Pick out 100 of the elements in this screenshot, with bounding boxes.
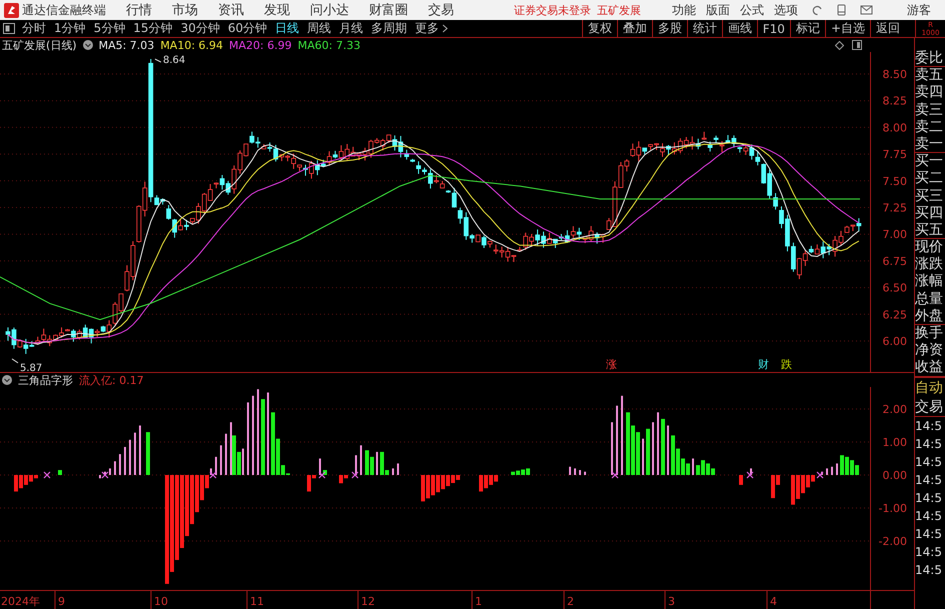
- toolbar-button[interactable]: 复权: [582, 20, 617, 37]
- date-axis-label: 11: [250, 595, 264, 608]
- period-tab[interactable]: 60分钟: [224, 20, 272, 37]
- price-axis-label: 6.25: [882, 308, 907, 322]
- quote-label: 涨幅: [915, 273, 944, 291]
- period-tab[interactable]: 多周期: [367, 20, 412, 37]
- indicator-axis-label: -2.00: [878, 535, 907, 548]
- menu-item[interactable]: 发现: [264, 1, 290, 19]
- date-axis-label: 4: [770, 595, 777, 608]
- menu-item[interactable]: 资讯: [218, 1, 244, 19]
- mode-label[interactable]: 自动: [915, 376, 945, 397]
- price-axis-label: 6.75: [882, 254, 907, 268]
- period-tab[interactable]: 15分钟: [129, 20, 177, 37]
- quote-label: 买三: [915, 188, 944, 205]
- period-tab[interactable]: 5分钟: [90, 20, 130, 37]
- trade-time: 14:5: [915, 418, 943, 435]
- toolbar-button[interactable]: 标记: [790, 20, 825, 37]
- trade-time: 14:5: [915, 508, 943, 525]
- period-tab[interactable]: 月线: [335, 20, 368, 37]
- menu-item[interactable]: 版面: [706, 2, 730, 18]
- quote-label: 卖一: [915, 136, 945, 154]
- price-axis-label: 6.50: [882, 282, 907, 295]
- price-axis-label: 7.00: [882, 228, 907, 242]
- menu-item[interactable]: 行情: [126, 1, 152, 19]
- quote-label: 卖三: [915, 102, 944, 119]
- ma-value: MA5: 7.03: [98, 38, 154, 52]
- event-marker: 财: [758, 358, 769, 371]
- event-marker: 涨: [606, 358, 617, 371]
- toolbar-button[interactable]: +自选: [824, 20, 870, 37]
- indicator-title: 三角品字形: [18, 372, 73, 388]
- ma-value: MA60: 7.33: [298, 38, 360, 52]
- indicator-axis-label: 2.00: [882, 403, 907, 416]
- quote-label: 现价: [915, 239, 944, 256]
- date-axis-label: 2: [567, 595, 574, 608]
- ma-value: MA10: 6.94: [160, 38, 224, 52]
- date-axis-label: 3: [668, 595, 675, 608]
- price-axis-label: 7.75: [882, 148, 907, 162]
- date-axis-label: 2024年: [1, 595, 40, 608]
- trade-time: 14:5: [915, 436, 943, 453]
- price-axis-label: 6.00: [882, 335, 907, 348]
- menu-item[interactable]: 选项: [774, 2, 798, 18]
- price-axis-label: 8.25: [882, 94, 907, 108]
- login-notice: 证券交易未登录: [514, 2, 591, 18]
- trade-time: 14:5: [915, 472, 943, 489]
- menu-item[interactable]: 市场: [172, 1, 198, 19]
- menu-item[interactable]: 问小达: [310, 1, 349, 19]
- user-label[interactable]: 游客: [907, 2, 931, 18]
- quote-label: 买二: [915, 170, 944, 188]
- indicator-axis-label: 1.00: [882, 436, 907, 449]
- price-axis-label: 7.50: [882, 174, 907, 188]
- price-axis-label: 8.50: [882, 68, 907, 81]
- period-tab[interactable]: 30分钟: [176, 20, 224, 37]
- menu-item[interactable]: 财富圈: [369, 1, 408, 19]
- price-extreme-label: 5.87: [20, 362, 42, 372]
- toolbar-button[interactable]: 统计: [686, 20, 722, 37]
- period-tab[interactable]: 1分钟: [50, 20, 90, 37]
- quote-label: 卖二: [915, 118, 944, 136]
- chart-title: 五矿发展(日线): [2, 38, 77, 52]
- date-axis-label: 12: [361, 595, 375, 608]
- trade-time: 14:5: [915, 454, 943, 471]
- quote-label: 收益: [915, 359, 945, 377]
- ma-value: MA20: 6.99: [229, 38, 292, 52]
- price-extreme-label: 8.64: [163, 55, 186, 66]
- quote-label: 换手: [915, 325, 944, 342]
- period-tab[interactable]: 周线: [303, 20, 336, 37]
- quote-label: 净资: [915, 342, 944, 360]
- quote-label: 卖四: [915, 84, 944, 102]
- quote-label: 总量: [915, 290, 944, 308]
- event-marker: 跌: [781, 358, 792, 371]
- toolbar-button[interactable]: F10: [756, 20, 790, 37]
- trade-time: 14:5: [915, 490, 943, 507]
- indicator-axis-label: 0.00: [882, 469, 907, 482]
- toolbar-button[interactable]: 多股: [652, 20, 687, 37]
- more-button[interactable]: 更多: [411, 20, 454, 37]
- menu-item[interactable]: 公式: [740, 2, 764, 18]
- quote-label: 卖五: [915, 67, 944, 84]
- toolbar-button[interactable]: 叠加: [616, 20, 652, 37]
- menu-item[interactable]: 功能: [672, 2, 696, 18]
- trade-time: 14:5: [915, 526, 943, 543]
- login-notice: 五矿发展: [597, 2, 641, 18]
- quote-label: 外盘: [915, 308, 945, 325]
- date-axis-label: 10: [154, 595, 168, 608]
- trade-time: 14:5: [915, 544, 943, 561]
- quote-label: 委比: [915, 50, 945, 68]
- trade-time: 14:5: [915, 562, 943, 579]
- price-axis-label: 8.00: [882, 121, 907, 134]
- price-axis-label: 7.25: [882, 202, 907, 214]
- quote-label: 买一: [915, 153, 944, 170]
- toolbar-button[interactable]: 画线: [722, 20, 757, 37]
- period-tab[interactable]: 日线: [271, 20, 304, 37]
- indicator-value: 流入亿: 0.17: [79, 372, 144, 388]
- quote-label: 买四: [915, 204, 944, 222]
- mode-label[interactable]: 交易: [915, 396, 945, 417]
- date-axis-label: 1: [475, 595, 482, 608]
- indicator-axis-label: -1.00: [878, 502, 907, 515]
- app-title: 通达信金融终端: [22, 2, 106, 18]
- date-axis-label: 9: [58, 595, 65, 608]
- toolbar-button[interactable]: 返回: [870, 20, 905, 37]
- period-tab[interactable]: 分时: [18, 20, 50, 37]
- menu-item[interactable]: 交易: [428, 1, 454, 19]
